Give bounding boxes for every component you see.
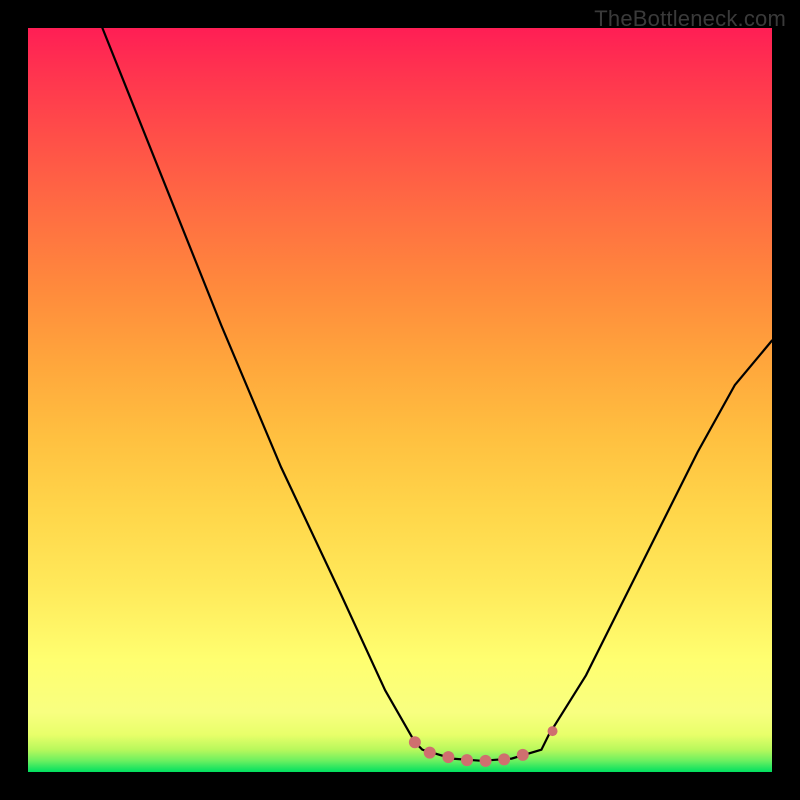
trough-marker xyxy=(480,755,492,767)
trough-marker xyxy=(461,754,473,766)
watermark-text: TheBottleneck.com xyxy=(594,6,786,32)
trough-marker xyxy=(548,726,558,736)
curve-svg xyxy=(28,28,772,772)
trough-marker xyxy=(517,749,529,761)
trough-marker xyxy=(442,751,454,763)
chart-frame: TheBottleneck.com xyxy=(0,0,800,800)
trough-marker xyxy=(498,753,510,765)
bottleneck-curve xyxy=(102,28,772,761)
chart-plot-area xyxy=(28,28,772,772)
trough-markers xyxy=(409,726,558,767)
trough-marker xyxy=(424,747,436,759)
trough-marker xyxy=(409,736,421,748)
